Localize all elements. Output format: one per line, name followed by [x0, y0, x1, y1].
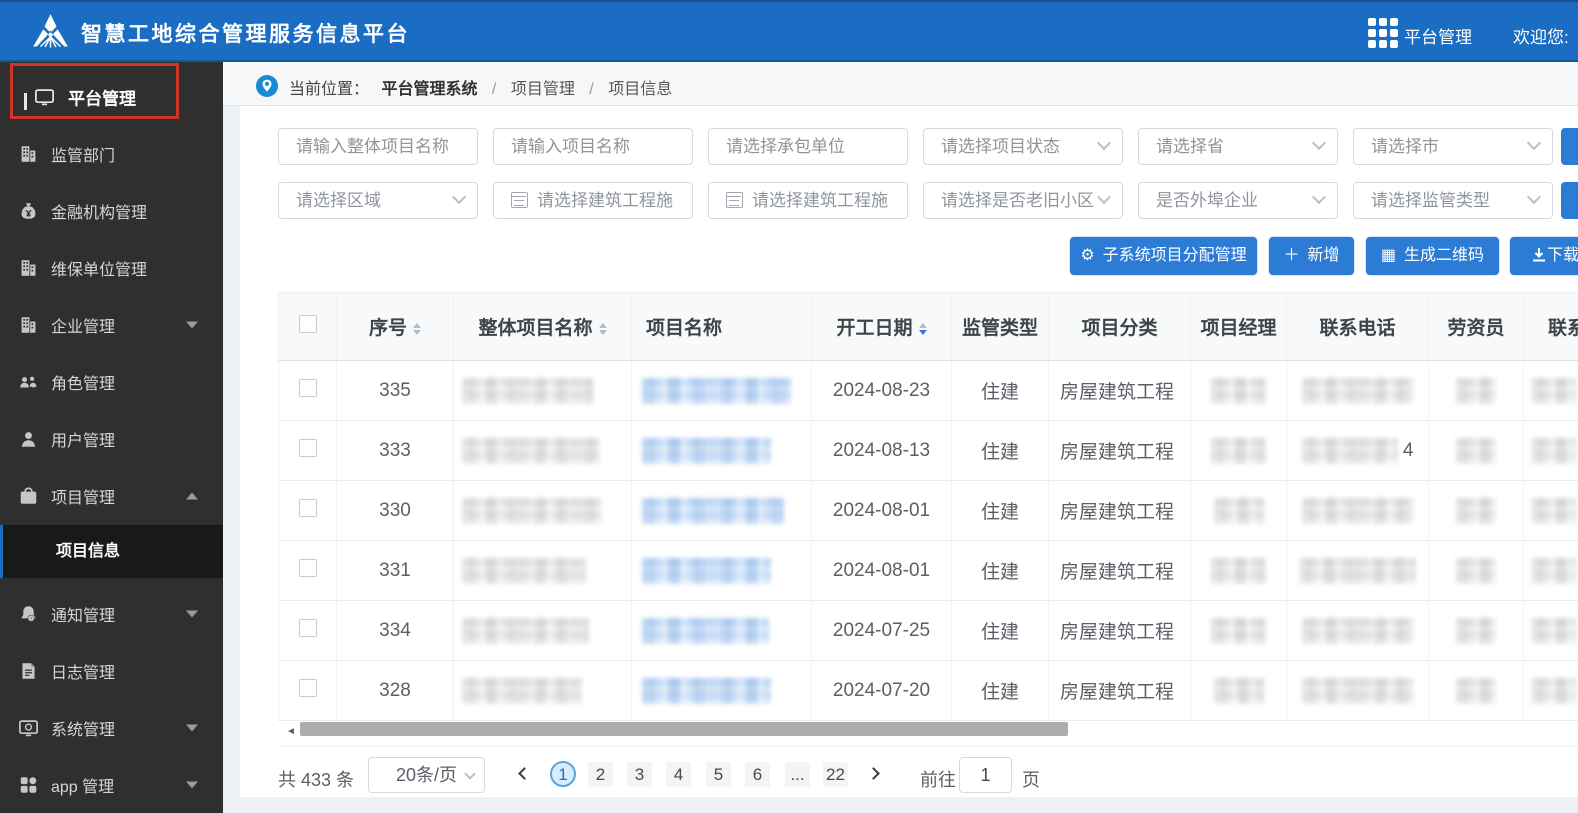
svg-text:!: !: [30, 616, 31, 622]
